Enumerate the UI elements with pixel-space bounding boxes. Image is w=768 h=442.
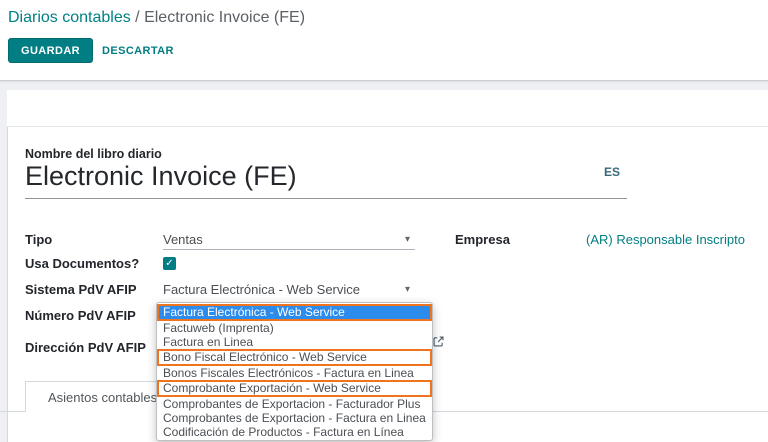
sistema-pdv-dropdown: Factura Electrónica - Web Service Factuw… <box>156 302 433 441</box>
dropdown-option[interactable]: Bono Fiscal Electrónico - Web Service <box>157 349 432 366</box>
journal-form-page: Diarios contables / Electronic Invoice (… <box>0 0 768 442</box>
breadcrumb-separator: / <box>131 9 144 26</box>
save-button[interactable]: GUARDAR <box>8 38 93 63</box>
dropdown-option[interactable]: Comprobantes de Exportacion - Facturador… <box>157 397 432 411</box>
tipo-select-underline <box>163 249 415 250</box>
journal-name-input[interactable]: Electronic Invoice (FE) <box>25 161 627 199</box>
breadcrumb-current: Electronic Invoice (FE) <box>144 9 305 26</box>
external-link-icon[interactable] <box>432 335 445 348</box>
dropdown-option[interactable]: Factura Electrónica - Web Service <box>157 304 432 321</box>
breadcrumb-parent-link[interactable]: Diarios contables <box>8 9 131 26</box>
usa-documentos-label: Usa Documentos? <box>25 256 139 271</box>
dropdown-option[interactable]: Factuweb (Imprenta) <box>157 321 432 335</box>
chevron-down-icon[interactable]: ▾ <box>405 284 410 295</box>
dropdown-option[interactable]: Factura en Linea <box>157 335 432 349</box>
direccion-pdv-label: Dirección PdV AFIP <box>25 340 146 355</box>
tipo-label: Tipo <box>25 232 52 247</box>
dropdown-option[interactable]: Bonos Fiscales Electrónicos - Factura en… <box>157 366 432 380</box>
form-statusbar <box>7 90 768 127</box>
sistema-pdv-select[interactable]: Factura Electrónica - Web Service <box>163 282 360 297</box>
control-panel: Diarios contables / Electronic Invoice (… <box>0 0 768 81</box>
dropdown-option[interactable]: Codificación de Productos - Factura en L… <box>157 425 432 439</box>
discard-button[interactable]: DESCARTAR <box>96 38 180 63</box>
numero-pdv-label: Número PdV AFIP <box>25 308 136 323</box>
dropdown-option[interactable]: Comprobante Exportación - Web Service <box>157 380 432 397</box>
translate-es-badge[interactable]: ES <box>604 165 620 179</box>
checkmark-icon: ✓ <box>165 258 173 269</box>
breadcrumb: Diarios contables / Electronic Invoice (… <box>8 9 305 27</box>
sistema-pdv-label: Sistema PdV AFIP <box>25 282 137 297</box>
empresa-value-link[interactable]: (AR) Responsable Inscripto <box>586 232 745 247</box>
tipo-select[interactable]: Ventas <box>163 232 203 247</box>
dropdown-option[interactable]: Comprobantes de Exportacion - Factura en… <box>157 411 432 425</box>
chevron-down-icon[interactable]: ▾ <box>405 234 410 245</box>
usa-documentos-checkbox[interactable]: ✓ <box>163 257 176 270</box>
journal-name-label: Nombre del libro diario <box>25 147 162 161</box>
empresa-label: Empresa <box>455 232 510 247</box>
